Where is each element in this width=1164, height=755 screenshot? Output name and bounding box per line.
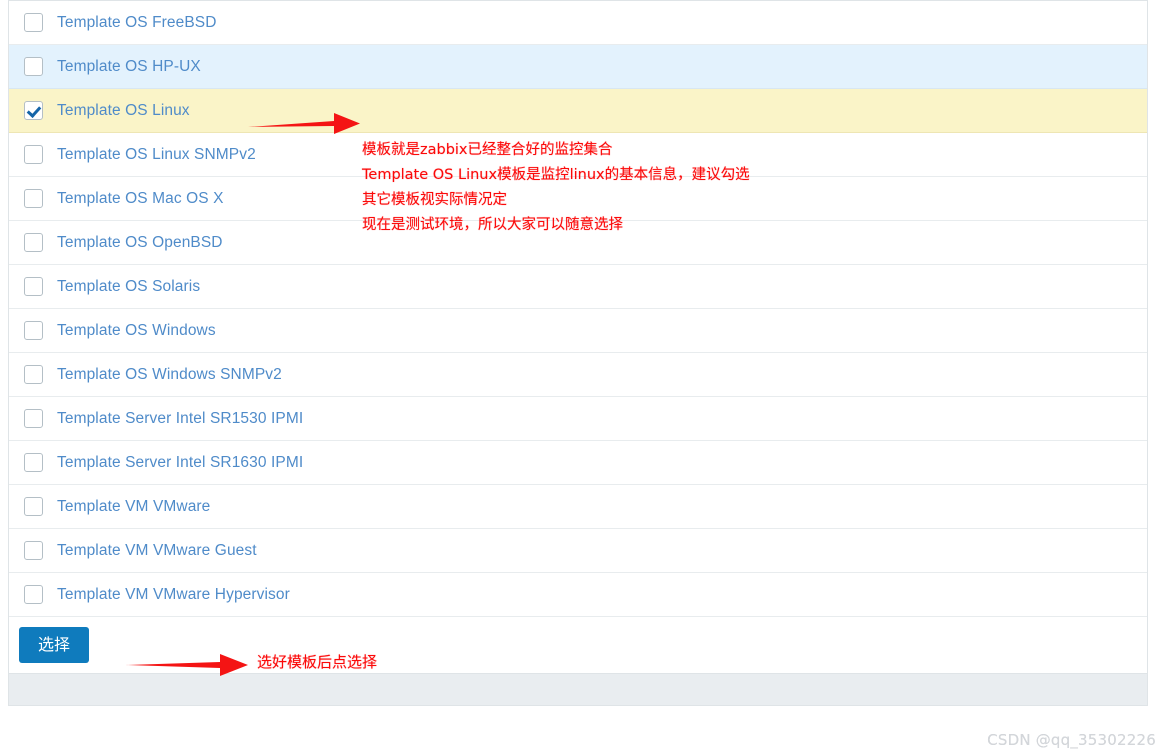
table-row[interactable]: Template VM VMware Hypervisor <box>9 573 1147 617</box>
checkbox-cell[interactable] <box>9 365 57 384</box>
template-name-link[interactable]: Template OS Mac OS X <box>57 190 224 208</box>
checkbox-checked-icon[interactable] <box>23 101 43 120</box>
checkbox-icon[interactable] <box>23 453 43 472</box>
template-name-link[interactable]: Template VM VMware Hypervisor <box>57 586 290 604</box>
checkbox-icon[interactable] <box>23 277 43 296</box>
screenshot-root: Template OS FreeBSD Template OS HP-UX Temp… <box>0 0 1164 755</box>
template-name-link[interactable]: Template Server Intel SR1530 IPMI <box>57 410 303 428</box>
checkbox-cell[interactable] <box>9 541 57 560</box>
table-row[interactable]: Template OS HP-UX <box>9 45 1147 89</box>
table-row[interactable]: Template VM VMware <box>9 485 1147 529</box>
watermark-text-2: CSDN @qq_35302226 <box>987 731 1156 749</box>
template-name-link[interactable]: Template VM VMware Guest <box>57 542 257 560</box>
table-row[interactable]: Template OS FreeBSD <box>9 1 1147 45</box>
watermark: CSDN @qq_35302226 CSDN @qq_35302226 <box>987 731 1156 749</box>
checkbox-icon[interactable] <box>23 409 43 428</box>
checkbox-icon[interactable] <box>23 585 43 604</box>
checkbox-icon[interactable] <box>23 365 43 384</box>
arrow-to-select-button-icon <box>126 654 248 676</box>
checkbox-icon[interactable] <box>23 321 43 340</box>
table-row[interactable]: Template OS Linux <box>9 89 1147 133</box>
checkbox-icon[interactable] <box>23 541 43 560</box>
template-name-link[interactable]: Template OS Linux <box>57 102 190 120</box>
table-row[interactable]: Template OS Windows <box>9 309 1147 353</box>
arrow-to-linux-row-icon <box>248 113 360 134</box>
template-name-link[interactable]: Template VM VMware <box>57 498 210 516</box>
checkbox-cell[interactable] <box>9 145 57 164</box>
annotation-template-note: 模板就是zabbix已经整合好的监控集合 Template OS Linux模板… <box>362 142 750 233</box>
checkbox-cell[interactable] <box>9 13 57 32</box>
table-row[interactable]: Template OS Solaris <box>9 265 1147 309</box>
table-row[interactable]: Template Server Intel SR1630 IPMI <box>9 441 1147 485</box>
checkbox-icon[interactable] <box>23 189 43 208</box>
annotation-bottom-note: 选好模板后点选择 <box>257 653 378 671</box>
template-name-link[interactable]: Template OS Linux SNMPv2 <box>57 146 256 164</box>
table-row[interactable]: Template OS Windows SNMPv2 <box>9 353 1147 397</box>
checkbox-icon[interactable] <box>23 13 43 32</box>
table-row[interactable]: Template VM VMware Guest <box>9 529 1147 573</box>
table-row[interactable]: Template Server Intel SR1530 IPMI <box>9 397 1147 441</box>
checkbox-cell[interactable] <box>9 57 57 76</box>
template-list: Template OS FreeBSD Template OS HP-UX Temp… <box>9 0 1147 617</box>
checkbox-cell[interactable] <box>9 497 57 516</box>
checkbox-cell[interactable] <box>9 585 57 604</box>
checkbox-cell[interactable] <box>9 101 57 120</box>
checkbox-cell[interactable] <box>9 321 57 340</box>
template-name-link[interactable]: Template OS Windows SNMPv2 <box>57 366 282 384</box>
checkbox-cell[interactable] <box>9 453 57 472</box>
template-name-link[interactable]: Template OS OpenBSD <box>57 234 223 252</box>
checkbox-cell[interactable] <box>9 189 57 208</box>
checkbox-cell[interactable] <box>9 277 57 296</box>
checkbox-icon[interactable] <box>23 497 43 516</box>
select-button[interactable]: 选择 <box>19 627 90 663</box>
checkbox-cell[interactable] <box>9 409 57 428</box>
checkbox-icon[interactable] <box>23 233 43 252</box>
template-name-link[interactable]: Template Server Intel SR1630 IPMI <box>57 454 303 472</box>
template-name-link[interactable]: Template OS FreeBSD <box>57 14 217 32</box>
template-name-link[interactable]: Template OS Solaris <box>57 278 200 296</box>
template-name-link[interactable]: Template OS Windows <box>57 322 216 340</box>
checkbox-icon[interactable] <box>23 145 43 164</box>
checkbox-icon[interactable] <box>23 57 43 76</box>
template-select-panel: Template OS FreeBSD Template OS HP-UX Temp… <box>8 0 1148 706</box>
checkbox-cell[interactable] <box>9 233 57 252</box>
template-name-link[interactable]: Template OS HP-UX <box>57 58 201 76</box>
